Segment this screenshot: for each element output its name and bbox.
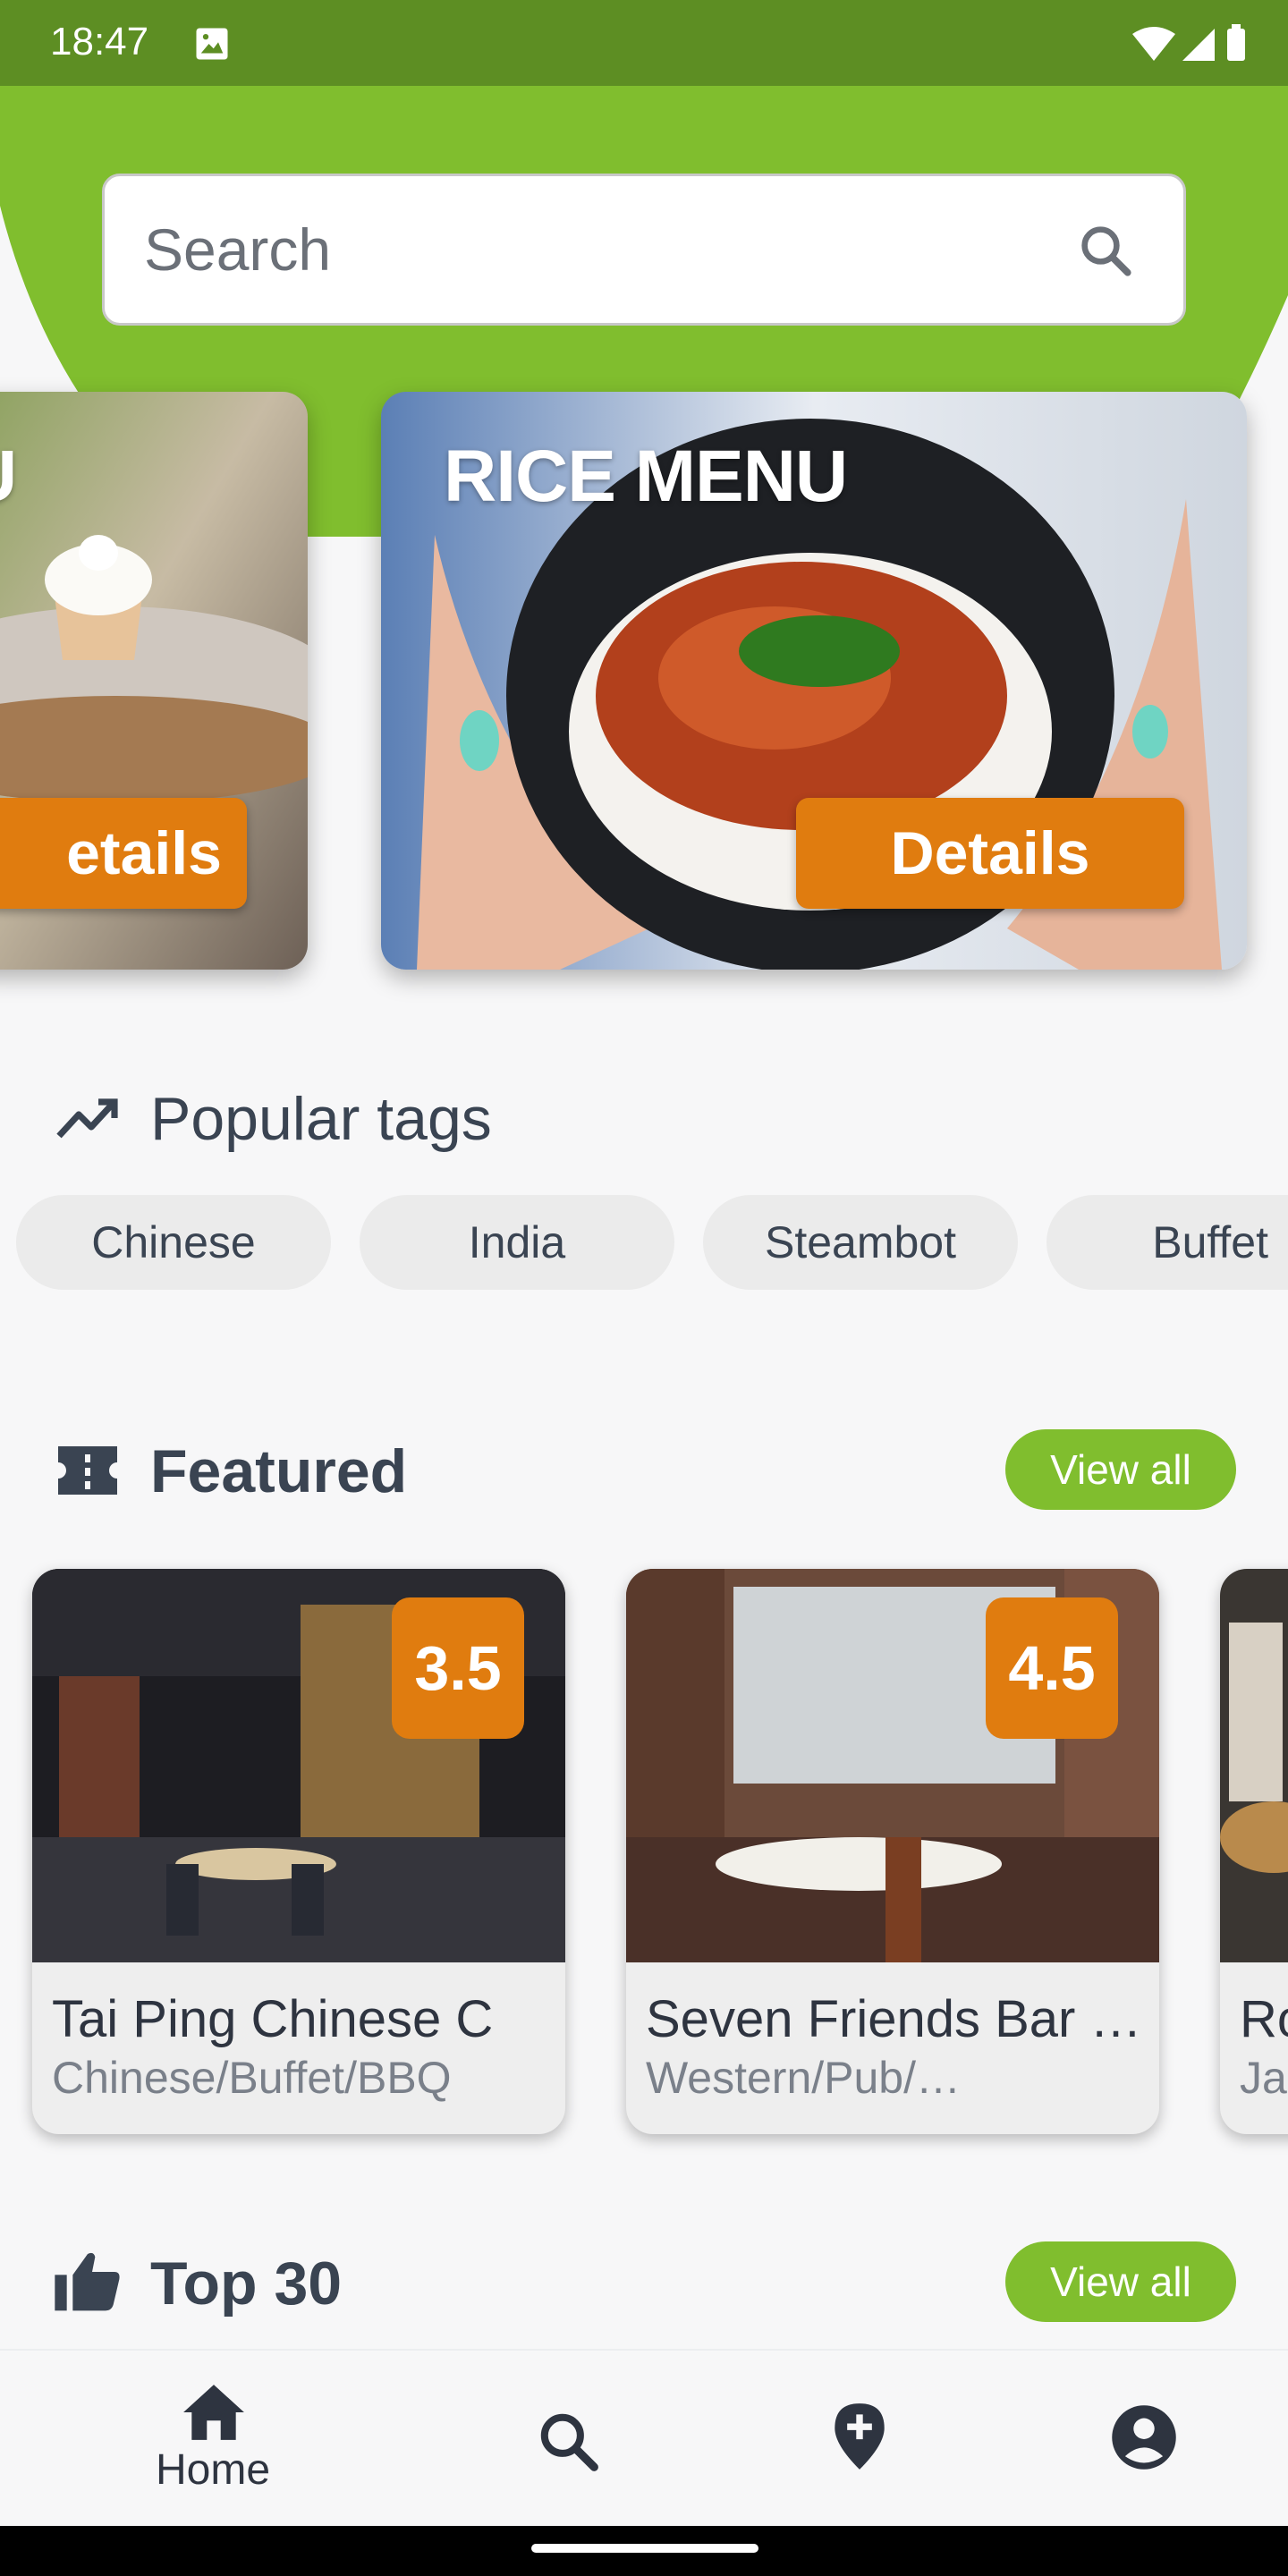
ticket-icon: [58, 1446, 117, 1495]
featured-view-all-button[interactable]: View all: [1005, 1429, 1236, 1510]
tag-chip[interactable]: Chinese: [16, 1195, 331, 1290]
rating-badge: 3.5: [392, 1597, 524, 1739]
featured-title: Featured: [150, 1437, 408, 1505]
nav-home[interactable]: Home: [138, 2381, 290, 2497]
menu-card-title: RICE MENU: [444, 436, 848, 517]
menu-card-rice[interactable]: RICE MENU Details: [381, 392, 1247, 970]
details-button[interactable]: Details: [796, 798, 1184, 909]
search-input[interactable]: Search: [102, 174, 1186, 326]
thumbs-up-icon: [55, 2252, 120, 2311]
home-icon: [183, 2385, 244, 2440]
nav-account-icon[interactable]: [1109, 2402, 1179, 2472]
system-status-icons: [1132, 24, 1245, 61]
menu-card-dessert[interactable]: U etails: [0, 392, 308, 970]
restaurant-categories: Western/Pub/…: [646, 2053, 962, 2103]
restaurant-categories: Chinese/Buffet/BBQ: [52, 2053, 452, 2103]
restaurant-categories: Ja: [1240, 2053, 1287, 2103]
tag-chip[interactable]: Steambot: [703, 1195, 1018, 1290]
search-icon[interactable]: [1076, 221, 1135, 280]
image-notification-icon: [196, 28, 228, 60]
status-bar: 18:47: [0, 0, 1288, 86]
top30-view-all-button[interactable]: View all: [1005, 2241, 1236, 2322]
details-button[interactable]: etails: [0, 798, 247, 909]
menu-card-title: U: [0, 435, 17, 519]
tag-chip[interactable]: Buffet: [1046, 1195, 1288, 1290]
restaurant-card[interactable]: 4.5 Seven Friends Bar … Western/Pub/…: [626, 1569, 1159, 2134]
home-indicator[interactable]: [531, 2544, 758, 2553]
top30-title: Top 30: [150, 2250, 343, 2318]
restaurant-name: Tai Ping Chinese C: [52, 1990, 494, 2048]
nav-search-icon[interactable]: [535, 2408, 601, 2474]
restaurant-name: Ro: [1240, 1990, 1288, 2048]
gesture-bar: [0, 2526, 1288, 2576]
restaurant-photo: [1220, 1569, 1288, 1962]
restaurant-card[interactable]: 3.5 Tai Ping Chinese C Chinese/Buffet/BB…: [32, 1569, 565, 2134]
trending-up-icon: [56, 1098, 118, 1139]
nav-add-location-icon[interactable]: [826, 2401, 893, 2472]
nav-home-label: Home: [156, 2446, 271, 2494]
status-time: 18:47: [50, 20, 149, 64]
tag-chip[interactable]: India: [360, 1195, 674, 1290]
search-placeholder: Search: [144, 216, 332, 283]
bottom-navigation: Home: [0, 2349, 1288, 2528]
rating-badge: 4.5: [986, 1597, 1118, 1739]
popular-tags-title: Popular tags: [150, 1085, 492, 1153]
restaurant-card[interactable]: Ro Ja: [1220, 1569, 1288, 2134]
restaurant-name: Seven Friends Bar …: [646, 1990, 1142, 2048]
